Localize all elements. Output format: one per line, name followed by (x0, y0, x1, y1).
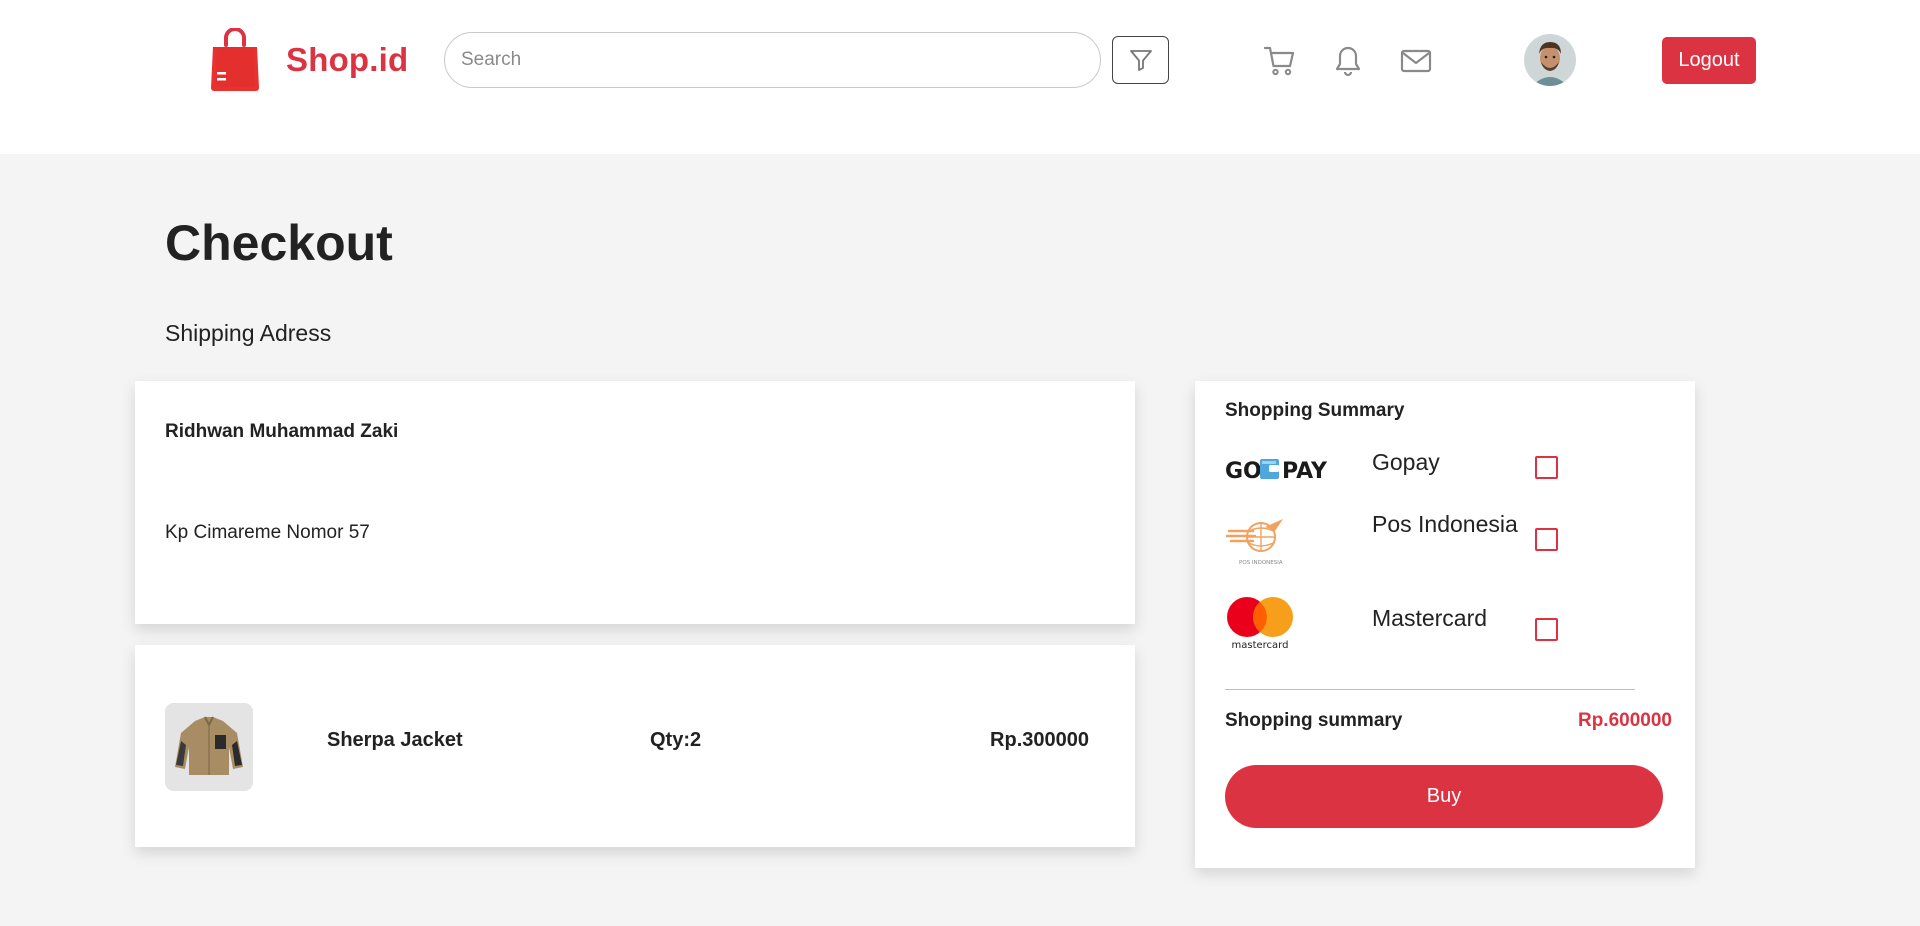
payment-label-pos-indonesia: Pos Indonesia (1372, 511, 1518, 537)
payment-label-mastercard: Mastercard (1372, 605, 1488, 631)
order-item-row: Sherpa Jacket Qty:2 Rp.300000 (135, 645, 1135, 847)
shipping-address-heading: Shipping Adress (165, 320, 332, 346)
buy-button[interactable]: Buy (1225, 765, 1663, 828)
cart-button[interactable] (1263, 44, 1297, 78)
address-line: Kp Cimareme Nomor 57 (165, 522, 370, 543)
search-input[interactable] (444, 32, 1101, 88)
payment-option-gopay: GO PAY Gopay (1225, 447, 1665, 487)
payment-option-pos-indonesia: POS INDONESIA Pos Indonesia (1225, 507, 1665, 571)
bell-icon (1335, 46, 1361, 77)
svg-text:PAY: PAY (1282, 459, 1328, 481)
product-price: Rp.300000 (990, 729, 1089, 751)
payment-option-mastercard: mastercard Mastercard (1225, 595, 1665, 651)
mastercard-logo: mastercard (1227, 597, 1293, 651)
shipping-address-card: Ridhwan Muhammad Zaki Kp Cimareme Nomor … (135, 381, 1135, 624)
payment-label-gopay: Gopay (1372, 449, 1440, 475)
total-label: Shopping summary (1225, 710, 1403, 731)
shopping-bag-icon (211, 28, 259, 91)
jacket-icon (165, 703, 253, 791)
avatar-image (1524, 34, 1576, 86)
filter-button[interactable] (1112, 36, 1169, 84)
pos-indonesia-checkbox[interactable] (1535, 528, 1558, 551)
brand-home-link[interactable]: Shop.id (210, 28, 408, 92)
pos-indonesia-logo: POS INDONESIA (1225, 519, 1283, 566)
svg-text:mastercard: mastercard (1232, 640, 1289, 651)
total-value: Rp.600000 (1577, 710, 1672, 731)
gopay-checkbox[interactable] (1535, 456, 1558, 479)
summary-title: Shopping Summary (1225, 400, 1405, 421)
page-title: Checkout (165, 215, 393, 271)
cart-icon (1264, 46, 1295, 76)
product-name: Sherpa Jacket (327, 729, 463, 751)
jacket-image[interactable] (165, 703, 253, 791)
messages-button[interactable] (1399, 44, 1433, 78)
recipient-name: Ridhwan Muhammad Zaki (165, 421, 399, 442)
mail-icon (1400, 49, 1432, 73)
svg-text:POS INDONESIA: POS INDONESIA (1239, 560, 1283, 566)
brand-name: Shop.id (286, 41, 409, 78)
gopay-logo: GO PAY (1225, 459, 1328, 481)
svg-text:GO: GO (1225, 459, 1262, 481)
mastercard-checkbox[interactable] (1535, 618, 1558, 641)
notifications-button[interactable] (1331, 44, 1365, 78)
logout-button[interactable]: Logout (1662, 37, 1756, 84)
filter-icon (1129, 50, 1152, 71)
shopping-summary-card: Shopping Summary GO PAY Gopay POS INDONE… (1195, 381, 1695, 868)
product-quantity: Qty:2 (650, 729, 702, 751)
summary-divider (1225, 689, 1635, 690)
user-avatar[interactable] (1524, 34, 1576, 86)
top-navbar: Shop.id Search Logout (0, 0, 1920, 154)
